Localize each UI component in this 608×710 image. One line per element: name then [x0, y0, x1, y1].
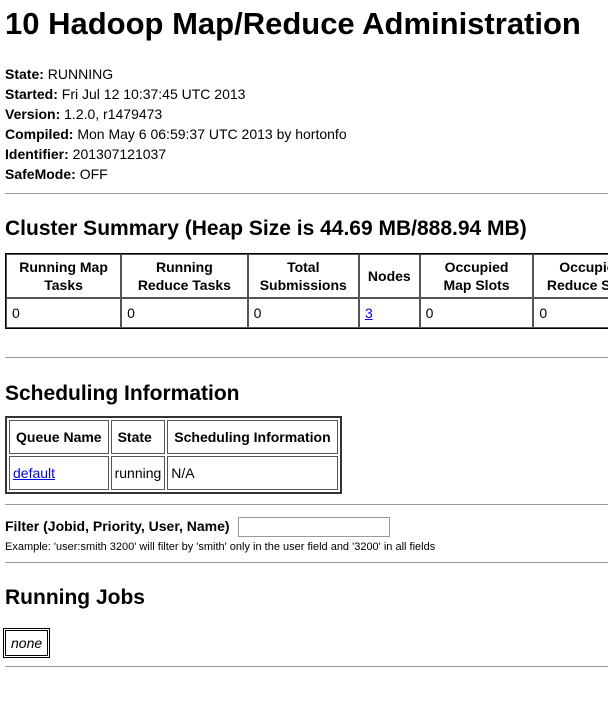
running-reduce-tasks-value: 0	[121, 298, 248, 328]
info-identifier: Identifier: 201307121037	[5, 146, 167, 162]
filter-row: Filter (Jobid, Priority, User, Name)	[5, 517, 608, 537]
filter-example: Example: 'user:smith 3200' will filter b…	[5, 541, 436, 553]
filter-label: Filter (Jobid, Priority, User, Name)	[5, 518, 230, 535]
running-jobs-container: none	[2, 628, 608, 658]
header-occupied-reduce-slots: OccupiedReduce Slots	[533, 254, 608, 298]
info-version: Version: 1.2.0, r1479473	[5, 106, 163, 122]
info-safemode: SafeMode: OFF	[5, 166, 108, 182]
info-state: State: RUNNING	[5, 66, 114, 82]
cluster-summary-table: Running Map Tasks Running Reduce Tasks Tot…	[5, 253, 608, 329]
scheduling-info-title: Scheduling Information	[5, 382, 240, 405]
divider	[5, 504, 608, 505]
filter-input[interactable]	[238, 517, 391, 537]
divider	[5, 357, 608, 358]
running-map-tasks-value: 0	[6, 298, 122, 328]
divider	[5, 193, 608, 194]
info-started: Started: Fri Jul 12 10:37:45 UTC 2013	[5, 86, 246, 102]
cluster-summary-title: Cluster Summary (Heap Size is 44.69 MB/8…	[5, 217, 527, 240]
nodes-cell: 3	[358, 298, 420, 328]
page: 10 Hadoop Map/Reduce Administration Stat…	[2, 0, 608, 667]
occupied-map-slots-value: 0	[419, 298, 534, 328]
queue-name-cell: default	[9, 456, 109, 490]
header-running-reduce-tasks: Running Reduce Tasks	[121, 254, 248, 298]
divider	[5, 666, 608, 667]
table-row: default running N/A	[9, 456, 338, 490]
divider	[5, 562, 608, 563]
nodes-link[interactable]: 3	[365, 305, 373, 321]
page-title: 10 Hadoop Map/Reduce Administration	[5, 6, 581, 41]
table-header-row: Queue Name State Scheduling Information	[9, 420, 338, 454]
header-occupied-map-slots: Occupied Map Slots	[419, 254, 534, 298]
jobtracker-info: State: RUNNING Started: Fri Jul 12 10:37…	[5, 64, 608, 184]
total-submissions-value: 0	[247, 298, 359, 328]
queue-info-cell: N/A	[167, 456, 338, 490]
header-total-submissions: Total Submissions	[247, 254, 359, 298]
running-jobs-title: Running Jobs	[5, 586, 145, 609]
header-state: State	[110, 420, 166, 454]
header-scheduling-information: Scheduling Information	[167, 420, 338, 454]
queue-state-cell: running	[110, 456, 166, 490]
header-running-map-tasks: Running Map Tasks	[6, 254, 122, 298]
table-row: 0 0 0 3 0 0	[6, 298, 608, 328]
header-nodes: Nodes	[358, 254, 420, 298]
table-header-row: Running Map Tasks Running Reduce Tasks Tot…	[6, 254, 608, 298]
queue-link-default[interactable]: default	[13, 465, 55, 481]
info-compiled: Compiled: Mon May 6 06:59:37 UTC 2013 by…	[5, 126, 347, 142]
cluster-summary-clip: Running Map Tasks Running Reduce Tasks Tot…	[5, 253, 608, 329]
scheduling-table: Queue Name State Scheduling Information …	[5, 416, 342, 494]
occupied-reduce-slots-value: 0	[533, 298, 608, 328]
running-jobs-empty: none	[2, 628, 51, 658]
header-queue-name: Queue Name	[9, 420, 109, 454]
